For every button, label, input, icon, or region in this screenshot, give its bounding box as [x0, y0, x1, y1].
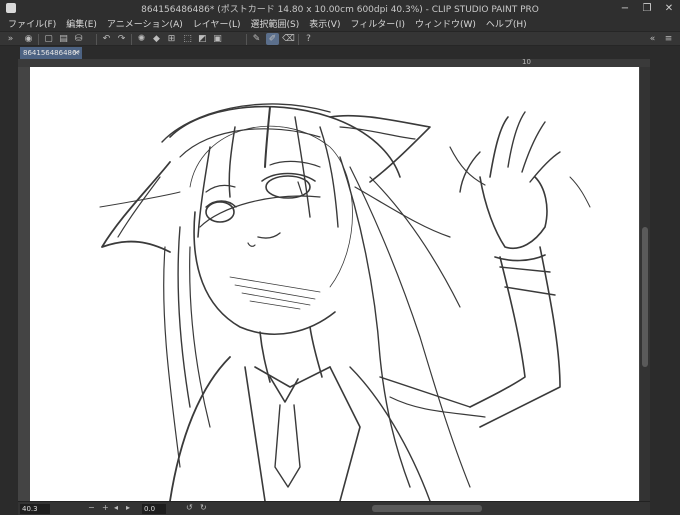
horizontal-scroll-thumb[interactable]: [372, 505, 482, 512]
save-icon[interactable]: ⛁: [72, 33, 85, 45]
new-file-icon[interactable]: ▢: [42, 33, 55, 45]
menu-edit[interactable]: 編集(E): [66, 17, 97, 30]
pen-icon[interactable]: ✎: [250, 33, 263, 45]
app-logo-icon[interactable]: ◉: [22, 33, 35, 45]
zoom-level-field[interactable]: 40.3: [20, 504, 50, 514]
horizontal-ruler: 10: [18, 58, 650, 67]
open-file-icon[interactable]: ▤: [57, 33, 70, 45]
rotate-right-icon[interactable]: ↻: [200, 503, 207, 512]
crop-icon[interactable]: ▣: [211, 33, 224, 45]
command-bar: » ◉ ▢ ▤ ⛁ ↶ ↷ ✺ ◆ ⊞ ⬚ ◩ ▣ ✎ ✐ ⌫ ? « ≡: [0, 31, 680, 46]
document-tab-bar: 864156486486* ×: [18, 46, 650, 59]
toolbar-more-icon[interactable]: «: [646, 33, 659, 45]
menu-layer[interactable]: レイヤー(L): [193, 17, 241, 30]
navigator-toggle-icon[interactable]: »: [4, 33, 17, 45]
toolbar-separator: [96, 34, 97, 45]
eraser-icon[interactable]: ⌫: [282, 33, 295, 45]
minimize-button[interactable]: −: [614, 0, 636, 16]
menu-file[interactable]: ファイル(F): [8, 17, 56, 30]
zoom-out-icon[interactable]: −: [88, 503, 95, 512]
close-tab-icon[interactable]: ×: [73, 47, 80, 59]
fill-icon[interactable]: ◆: [150, 33, 163, 45]
menu-help[interactable]: ヘルプ(H): [486, 17, 527, 30]
title-bar: 864156486486* (ポストカード 14.80 x 10.00cm 60…: [0, 0, 680, 16]
undo-icon[interactable]: ↶: [100, 33, 113, 45]
loading-icon[interactable]: ✺: [135, 33, 148, 45]
menu-selection[interactable]: 選択範囲(S): [251, 17, 300, 30]
toolbar-separator: [131, 34, 132, 45]
ruler-label: 10: [522, 58, 531, 66]
invert-selection-icon[interactable]: ◩: [196, 33, 209, 45]
window-title: 864156486486* (ポストカード 14.80 x 10.00cm 60…: [141, 5, 539, 15]
status-bar: 40.3 − + ◂ ▸ 0.0 ↺ ↻: [18, 501, 650, 515]
menu-window[interactable]: ウィンドウ(W): [415, 17, 476, 30]
canvas-paper[interactable]: [30, 67, 639, 501]
menu-bar: ファイル(F) 編集(E) アニメーション(A) レイヤー(L) 選択範囲(S)…: [0, 16, 680, 31]
canvas-area[interactable]: [18, 67, 640, 501]
transform-icon[interactable]: ⊞: [165, 33, 178, 45]
close-window-button[interactable]: ✕: [658, 0, 680, 16]
toolbar-separator: [298, 34, 299, 45]
toolbar-menu-icon[interactable]: ≡: [662, 33, 675, 45]
menu-animation[interactable]: アニメーション(A): [107, 17, 183, 30]
nav-right-icon[interactable]: ▸: [126, 503, 130, 512]
rotate-left-icon[interactable]: ↺: [186, 503, 193, 512]
toolbar-separator: [38, 34, 39, 45]
clear-selection-icon[interactable]: ⬚: [181, 33, 194, 45]
vertical-scroll-thumb[interactable]: [642, 227, 648, 367]
document-tab[interactable]: 864156486486* ×: [20, 47, 82, 59]
sketch-drawing: [99, 103, 591, 501]
menu-view[interactable]: 表示(V): [309, 17, 340, 30]
vertical-scrollbar[interactable]: [640, 67, 650, 501]
redo-icon[interactable]: ↷: [115, 33, 128, 45]
right-dock: [650, 46, 680, 515]
help-icon[interactable]: ?: [302, 33, 315, 45]
zoom-in-icon[interactable]: +: [102, 503, 109, 512]
toolbar-separator: [246, 34, 247, 45]
left-dock: [0, 46, 18, 515]
rotation-angle-field[interactable]: 0.0: [142, 504, 166, 514]
menu-filter[interactable]: フィルター(I): [350, 17, 405, 30]
brush-icon[interactable]: ✐: [266, 33, 279, 45]
maximize-button[interactable]: ❐: [636, 0, 658, 16]
document-tab-label: 864156486486*: [23, 49, 80, 57]
nav-left-icon[interactable]: ◂: [114, 503, 118, 512]
